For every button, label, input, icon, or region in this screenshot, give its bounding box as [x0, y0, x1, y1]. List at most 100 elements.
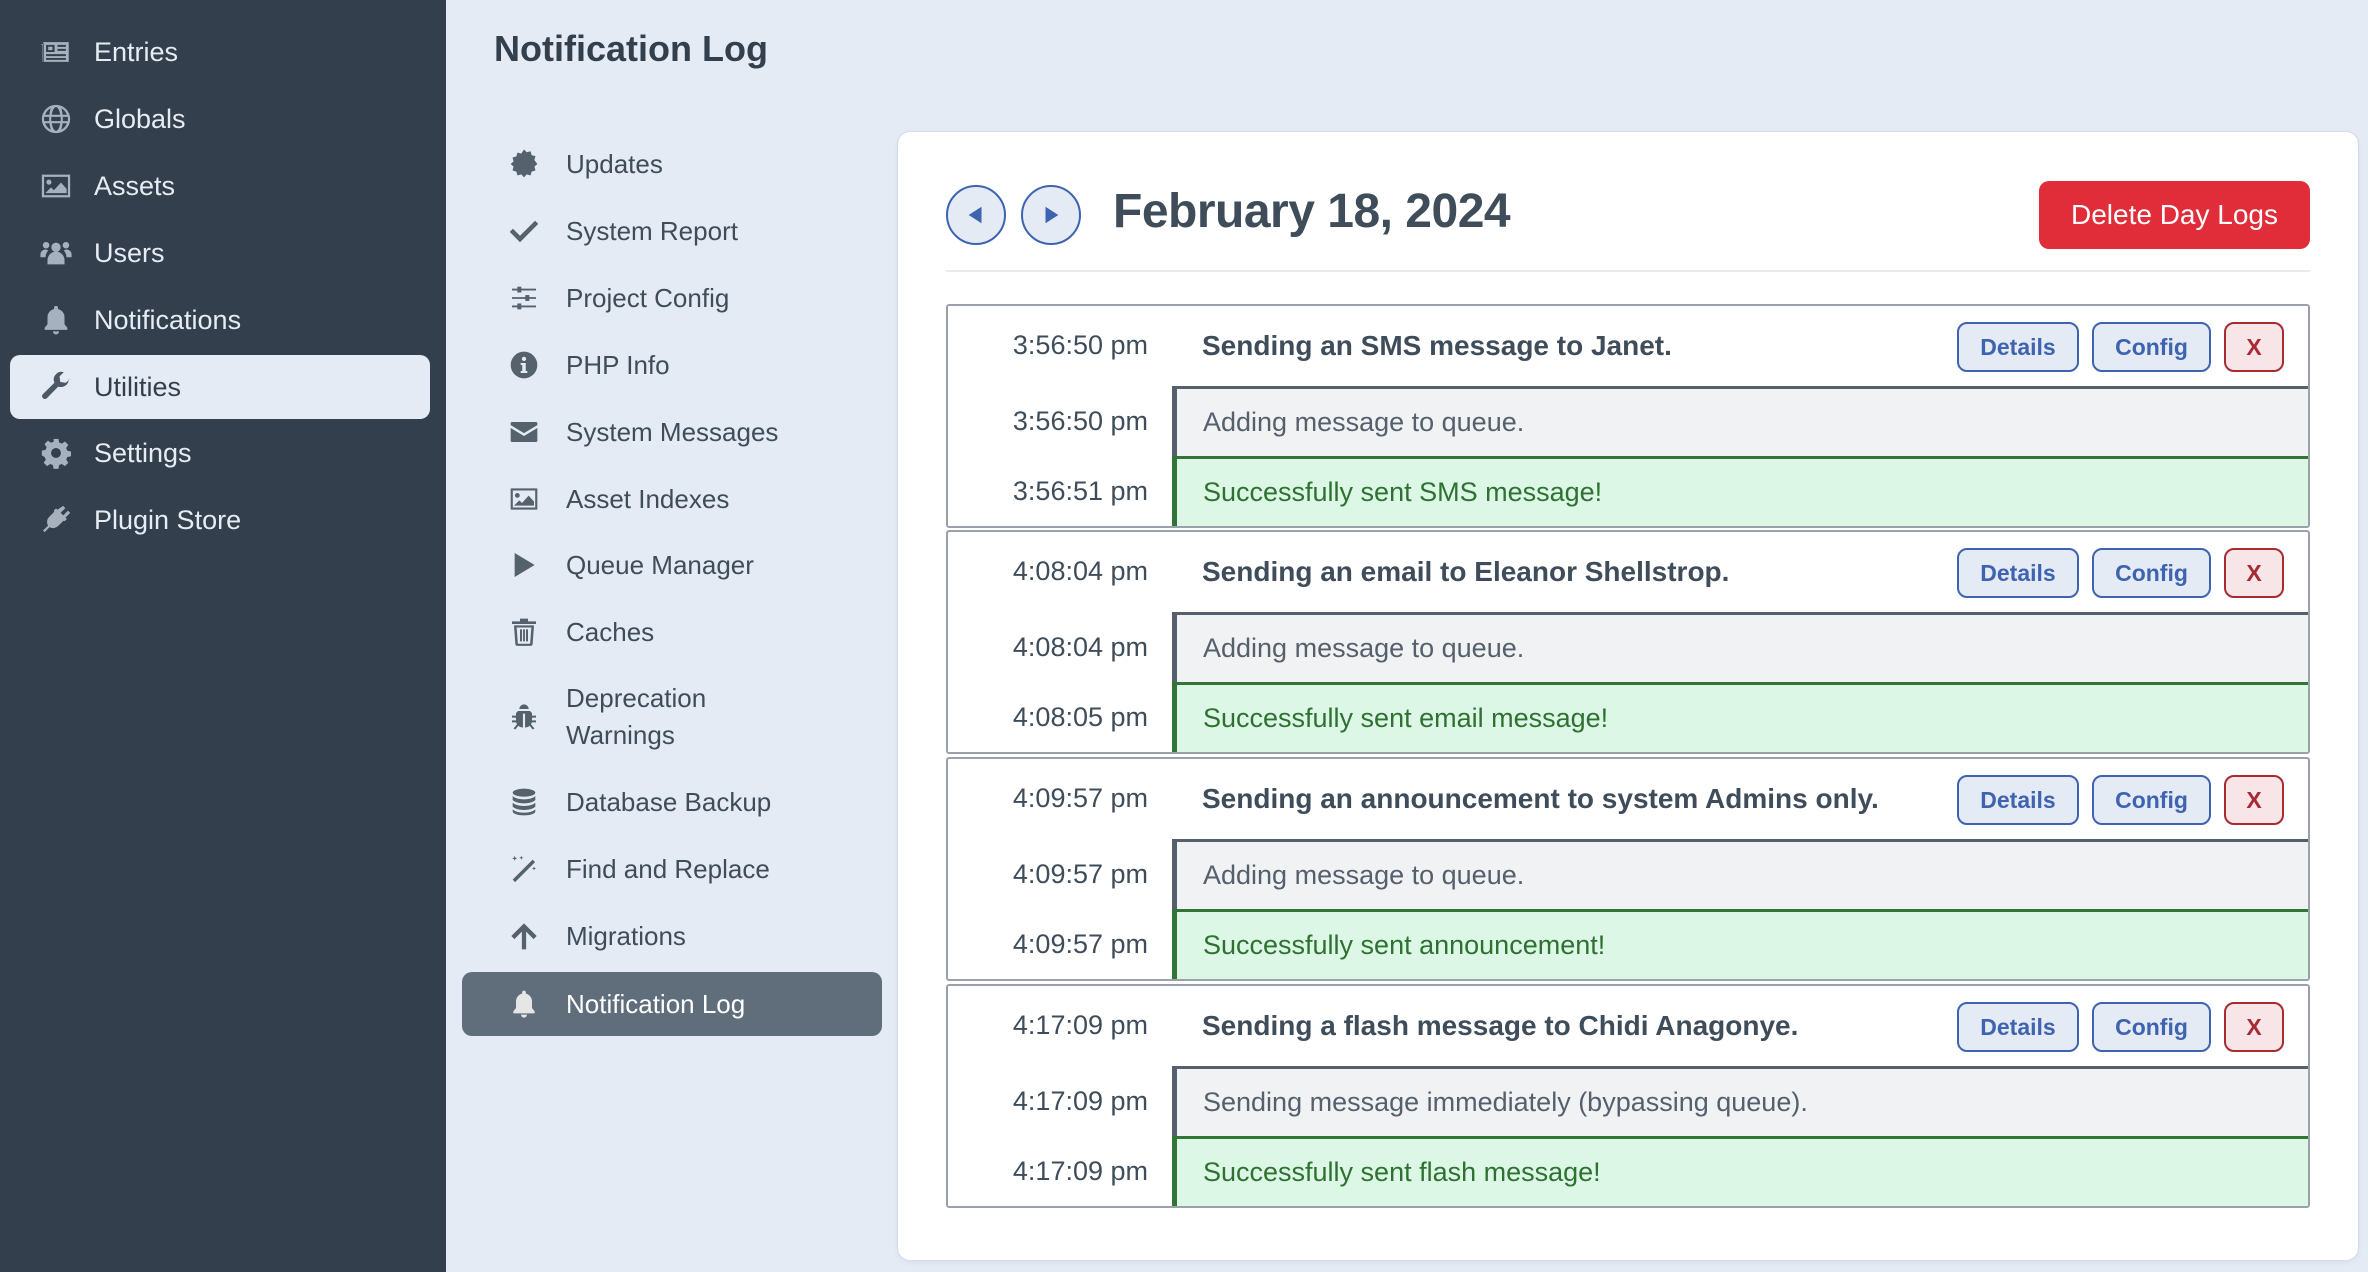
bell-icon	[504, 984, 544, 1024]
subnav-queue-manager[interactable]: Queue Manager	[462, 533, 882, 597]
log-group: 4:09:57 pm Sending an announcement to sy…	[946, 757, 2310, 981]
subnav-database-backup[interactable]: Database Backup	[462, 770, 882, 834]
nav-globals-label: Globals	[94, 103, 186, 134]
image-icon	[36, 166, 76, 206]
nav-globals[interactable]: Globals	[10, 87, 430, 151]
log-date: February 18, 2024	[1113, 185, 1511, 238]
play-icon	[504, 545, 544, 585]
trash-icon	[504, 612, 544, 652]
nav-users-label: Users	[94, 237, 165, 268]
log-time: 4:17:09 pm	[1012, 1010, 1148, 1040]
sliders-icon	[504, 278, 544, 318]
log-entry: 4:08:05 pm Successfully sent email messa…	[948, 682, 2308, 752]
log-time: 4:08:04 pm	[1012, 556, 1148, 586]
log-entry: 3:56:50 pm Adding message to queue.	[948, 386, 2308, 456]
details-button[interactable]: Details	[1957, 775, 2079, 825]
config-button[interactable]: Config	[2092, 775, 2211, 825]
log-entry-time: 4:17:09 pm	[1012, 1156, 1148, 1186]
log-time: 4:09:57 pm	[1012, 783, 1148, 813]
delete-day-logs-button[interactable]: Delete Day Logs	[2039, 181, 2310, 249]
info-icon	[504, 345, 544, 385]
image-icon	[504, 479, 544, 519]
magic-wand-icon	[504, 849, 544, 889]
nav-utilities[interactable]: Utilities	[10, 355, 430, 419]
log-entry: 4:17:09 pm Successfully sent flash messa…	[948, 1136, 2308, 1206]
details-button[interactable]: Details	[1957, 1002, 2079, 1052]
subnav-deprecation-warnings[interactable]: Deprecation Warnings	[462, 669, 882, 765]
subnav-system-messages[interactable]: System Messages	[462, 400, 882, 464]
log-entry: 4:17:09 pm Sending message immediately (…	[948, 1066, 2308, 1136]
log-group: 4:17:09 pm Sending a flash message to Ch…	[946, 984, 2310, 1208]
subnav-database-backup-label: Database Backup	[566, 786, 772, 817]
subnav-notification-log[interactable]: Notification Log	[462, 972, 882, 1036]
envelope-icon	[504, 412, 544, 452]
subnav-migrations[interactable]: Migrations	[462, 904, 882, 968]
log-entry-message: Successfully sent flash message!	[1172, 1136, 2308, 1206]
page-title: Notification Log	[494, 28, 768, 69]
nav-settings[interactable]: Settings	[10, 421, 430, 485]
subnav-system-report[interactable]: System Report	[462, 199, 882, 263]
subnav-php-info[interactable]: PHP Info	[462, 333, 882, 397]
details-button[interactable]: Details	[1957, 548, 2079, 598]
log-entry: 4:09:57 pm Successfully sent announcemen…	[948, 909, 2308, 979]
subnav-migrations-label: Migrations	[566, 920, 686, 951]
details-button[interactable]: Details	[1957, 322, 2079, 372]
subnav-asset-indexes-label: Asset Indexes	[566, 483, 730, 514]
subnav-updates[interactable]: Updates	[462, 132, 882, 196]
log-entry-time: 4:17:09 pm	[1012, 1086, 1148, 1116]
nav-assets[interactable]: Assets	[10, 154, 430, 218]
users-icon	[36, 233, 76, 273]
log-title: Sending an SMS message to Janet.	[1202, 330, 1672, 361]
nav-notifications[interactable]: Notifications	[10, 288, 430, 352]
check-icon	[504, 211, 544, 251]
subnav-caches-label: Caches	[566, 616, 655, 647]
delete-entry-button[interactable]: X	[2224, 548, 2284, 598]
global-sidebar: Entries Globals Assets Users Notificatio…	[0, 0, 446, 1272]
subnav-deprecation-warnings-label: Deprecation Warnings	[566, 683, 707, 750]
delete-entry-button[interactable]: X	[2224, 322, 2284, 372]
log-entry-message: Successfully sent email message!	[1172, 682, 2308, 752]
notification-log-card: February 18, 2024 Delete Day Logs 3:56:5…	[898, 132, 2358, 1260]
subnav-caches[interactable]: Caches	[462, 600, 882, 664]
previous-day-button[interactable]	[946, 185, 1006, 245]
subnav-updates-label: Updates	[566, 148, 663, 179]
log-group: 3:56:50 pm Sending an SMS message to Jan…	[946, 304, 2310, 528]
log-entry: 4:09:57 pm Adding message to queue.	[948, 839, 2308, 909]
config-button[interactable]: Config	[2092, 322, 2211, 372]
nav-users[interactable]: Users	[10, 221, 430, 285]
triangle-right-icon	[1045, 206, 1059, 224]
bug-icon	[504, 697, 544, 737]
log-title: Sending an announcement to system Admins…	[1202, 783, 1879, 814]
nav-plugin-store-label: Plugin Store	[94, 504, 242, 535]
delete-entry-button[interactable]: X	[2224, 1002, 2284, 1052]
nav-plugin-store[interactable]: Plugin Store	[10, 488, 430, 552]
log-entry-time: 4:09:57 pm	[1012, 859, 1148, 889]
nav-utilities-label: Utilities	[94, 371, 182, 402]
config-button[interactable]: Config	[2092, 548, 2211, 598]
subnav-notification-log-label: Notification Log	[566, 988, 746, 1019]
subnav-find-and-replace[interactable]: Find and Replace	[462, 837, 882, 901]
subnav-project-config[interactable]: Project Config	[462, 266, 882, 330]
config-button[interactable]: Config	[2092, 1002, 2211, 1052]
log-entry-time: 3:56:50 pm	[1012, 406, 1148, 436]
delete-entry-button[interactable]: X	[2224, 775, 2284, 825]
triangle-left-icon	[968, 206, 982, 224]
log-time: 3:56:50 pm	[1012, 330, 1148, 360]
log-entry: 4:08:04 pm Adding message to queue.	[948, 612, 2308, 682]
log-entry-message: Successfully sent SMS message!	[1172, 456, 2308, 526]
badge-icon	[504, 144, 544, 184]
nav-entries[interactable]: Entries	[10, 20, 430, 84]
subnav-asset-indexes[interactable]: Asset Indexes	[462, 467, 882, 531]
next-day-button[interactable]	[1021, 185, 1081, 245]
log-entry-time: 3:56:51 pm	[1012, 476, 1148, 506]
log-group-header: 4:09:57 pm Sending an announcement to sy…	[948, 759, 2308, 839]
log-title: Sending a flash message to Chidi Anagony…	[1202, 1010, 1799, 1041]
nav-entries-label: Entries	[94, 36, 179, 67]
globe-icon	[36, 99, 76, 139]
log-group-header: 3:56:50 pm Sending an SMS message to Jan…	[948, 306, 2308, 386]
arrow-up-icon	[504, 916, 544, 956]
newspaper-icon	[36, 32, 76, 72]
nav-notifications-label: Notifications	[94, 304, 242, 335]
header-divider	[946, 270, 2310, 272]
nav-assets-label: Assets	[94, 170, 176, 201]
